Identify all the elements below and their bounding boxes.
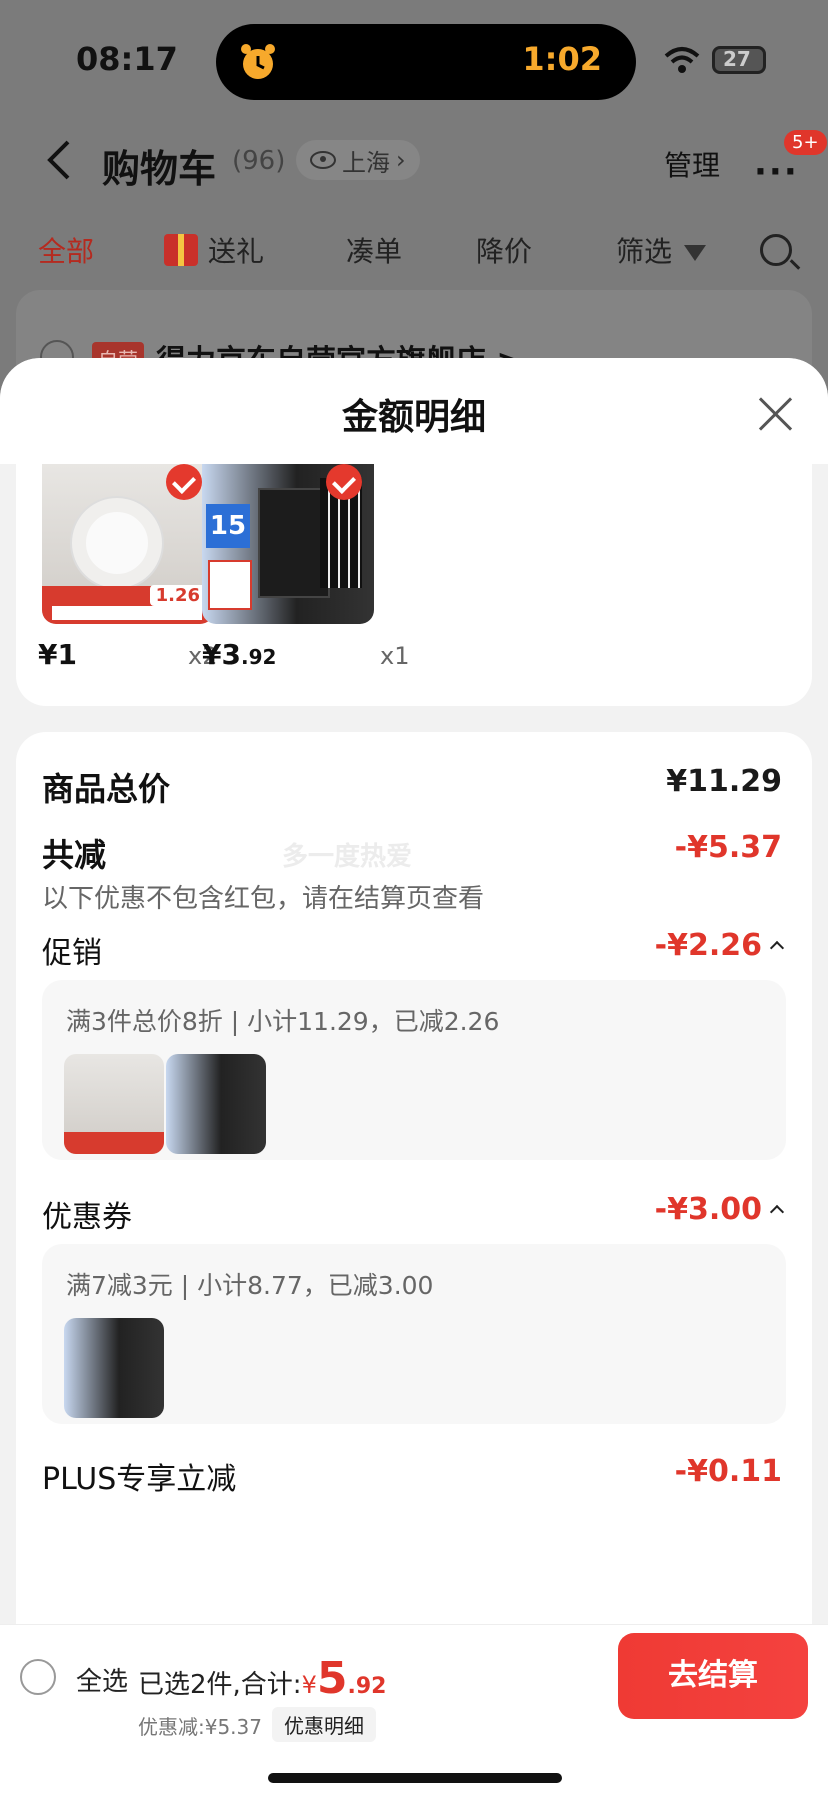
tab-bundle[interactable]: 凑单	[346, 230, 402, 270]
cart-count: (96)	[232, 146, 286, 176]
checked-icon[interactable]	[326, 464, 362, 500]
status-time: 08:17	[76, 40, 178, 78]
tab-filter-label: 筛选	[616, 235, 673, 268]
promo-value: -¥2.26	[654, 928, 762, 963]
tab-all[interactable]: 全部	[38, 230, 94, 270]
reduce-label: 共减	[42, 836, 107, 874]
manage-button[interactable]: 管理	[664, 144, 720, 184]
chevron-up-icon	[769, 1204, 785, 1220]
coupon-label: 优惠券	[42, 1200, 132, 1235]
product-price: ¥3.92	[202, 638, 276, 671]
select-all-label[interactable]: 全选	[76, 1661, 128, 1698]
product-item[interactable]: 15	[202, 464, 378, 624]
location-selector[interactable]: 上海 ›	[296, 140, 420, 180]
checkout-button[interactable]: 去结算	[618, 1633, 808, 1719]
tape-roll-shape	[72, 498, 162, 588]
product-item[interactable]: 1.26	[42, 464, 218, 624]
chevron-up-icon	[769, 940, 785, 956]
promo-toggle[interactable]: -¥2.26	[654, 928, 785, 963]
back-chevron-icon[interactable]	[40, 138, 80, 182]
product-price: ¥1	[38, 638, 77, 671]
discount-detail-button[interactable]: 优惠明细	[272, 1707, 376, 1742]
filter-tabs: 全部 送礼 凑单 降价 筛选	[0, 230, 828, 290]
thumb-price-tag: 1.26	[149, 585, 206, 606]
total-label: 商品总价	[42, 770, 171, 808]
price-dec: .92	[240, 645, 277, 669]
promo-strip	[64, 1132, 164, 1154]
summary-currency: ¥	[301, 1671, 317, 1699]
summary-prefix: 已选2件,合计:	[138, 1670, 302, 1700]
coupon-value: -¥3.00	[654, 1192, 762, 1227]
total-value: ¥11.29	[666, 764, 782, 799]
chevron-right-icon: ›	[396, 146, 406, 174]
total-summary: 已选2件,合计:¥5.92	[138, 1653, 386, 1704]
wifi-icon	[664, 47, 700, 73]
checkout-bar: 全选 已选2件,合计:¥5.92 优惠减:¥5.37 优惠明细 去结算	[0, 1624, 828, 1796]
message-badge: 5+	[784, 130, 827, 155]
gift-icon	[164, 234, 198, 266]
product-qty: x1	[380, 642, 410, 670]
plus-value: -¥0.11	[674, 1454, 782, 1489]
more-icon[interactable]: ···	[754, 152, 799, 192]
promo-thumb-marker	[166, 1054, 266, 1154]
alarm-clock-icon	[241, 44, 275, 79]
sheet-title: 金额明细	[341, 397, 486, 438]
discount-text: 优惠减:¥5.37	[138, 1715, 262, 1739]
location-label: 上海	[342, 148, 390, 177]
watermark-text: 多一度热爱	[282, 842, 413, 872]
close-icon[interactable]	[756, 394, 796, 434]
price-int: ¥3	[202, 638, 241, 671]
plus-label: PLUS专享立减	[42, 1462, 237, 1497]
coupon-detail: 满7减3元 | 小计8.77，已减3.00	[66, 1271, 434, 1300]
promo-thumb-tape	[64, 1054, 164, 1154]
page-title: 购物车	[102, 147, 217, 191]
reduce-note: 以下优惠不包含红包，请在结算页查看	[42, 884, 485, 914]
checked-icon[interactable]	[166, 464, 202, 500]
promo-strip-white	[52, 606, 202, 620]
select-all-radio[interactable]	[20, 1659, 56, 1695]
timer-text: 1:02	[522, 40, 602, 78]
product-thumbnail-marker: 15	[202, 464, 374, 624]
battery-level: 27	[723, 47, 751, 71]
search-icon[interactable]	[760, 234, 792, 266]
product-thumbnail-tape: 1.26	[42, 464, 214, 624]
reduce-value: -¥5.37	[674, 830, 782, 865]
coupon-toggle[interactable]: -¥3.00	[654, 1192, 785, 1227]
status-bar: 08:17 1:02 27	[0, 0, 828, 120]
eye-icon	[310, 151, 336, 169]
coupon-thumb-marker	[64, 1318, 164, 1418]
dynamic-island[interactable]: 1:02	[216, 24, 636, 100]
promo-label: 促销	[42, 936, 102, 971]
filter-icon	[684, 245, 707, 261]
tab-filter[interactable]: 筛选	[616, 230, 707, 270]
amount-detail-sheet: 金额明细 1.26 ¥1 x2 15 ¥3.92 x1 商品总价 ¥11.29 …	[0, 358, 828, 1624]
price-int: ¥1	[38, 638, 77, 671]
home-indicator[interactable]	[268, 1773, 562, 1783]
amount-breakdown: 商品总价 ¥11.29 共减 -¥5.37 多一度热爱 以下优惠不包含红包，请在…	[16, 732, 812, 1624]
tab-gift-label: 送礼	[208, 235, 265, 268]
promo-group: 满3件总价8折 | 小计11.29，已减2.26	[42, 980, 786, 1160]
promo-detail: 满3件总价8折 | 小计11.29，已减2.26	[66, 1007, 500, 1036]
tab-gift[interactable]: 送礼	[164, 230, 264, 270]
battery-icon: 27	[712, 46, 766, 74]
summary-int: 5	[316, 1653, 348, 1704]
summary-dec: .92	[347, 1674, 387, 1699]
thumb-price-tag: 15	[206, 504, 250, 548]
feature-tag-shape	[208, 560, 252, 610]
selected-products: 1.26 ¥1 x2 15 ¥3.92 x1	[16, 464, 812, 706]
tab-price-drop[interactable]: 降价	[476, 230, 532, 270]
sheet-header: 金额明细	[0, 358, 828, 464]
coupon-group: 满7减3元 | 小计8.77，已减3.00	[42, 1244, 786, 1424]
